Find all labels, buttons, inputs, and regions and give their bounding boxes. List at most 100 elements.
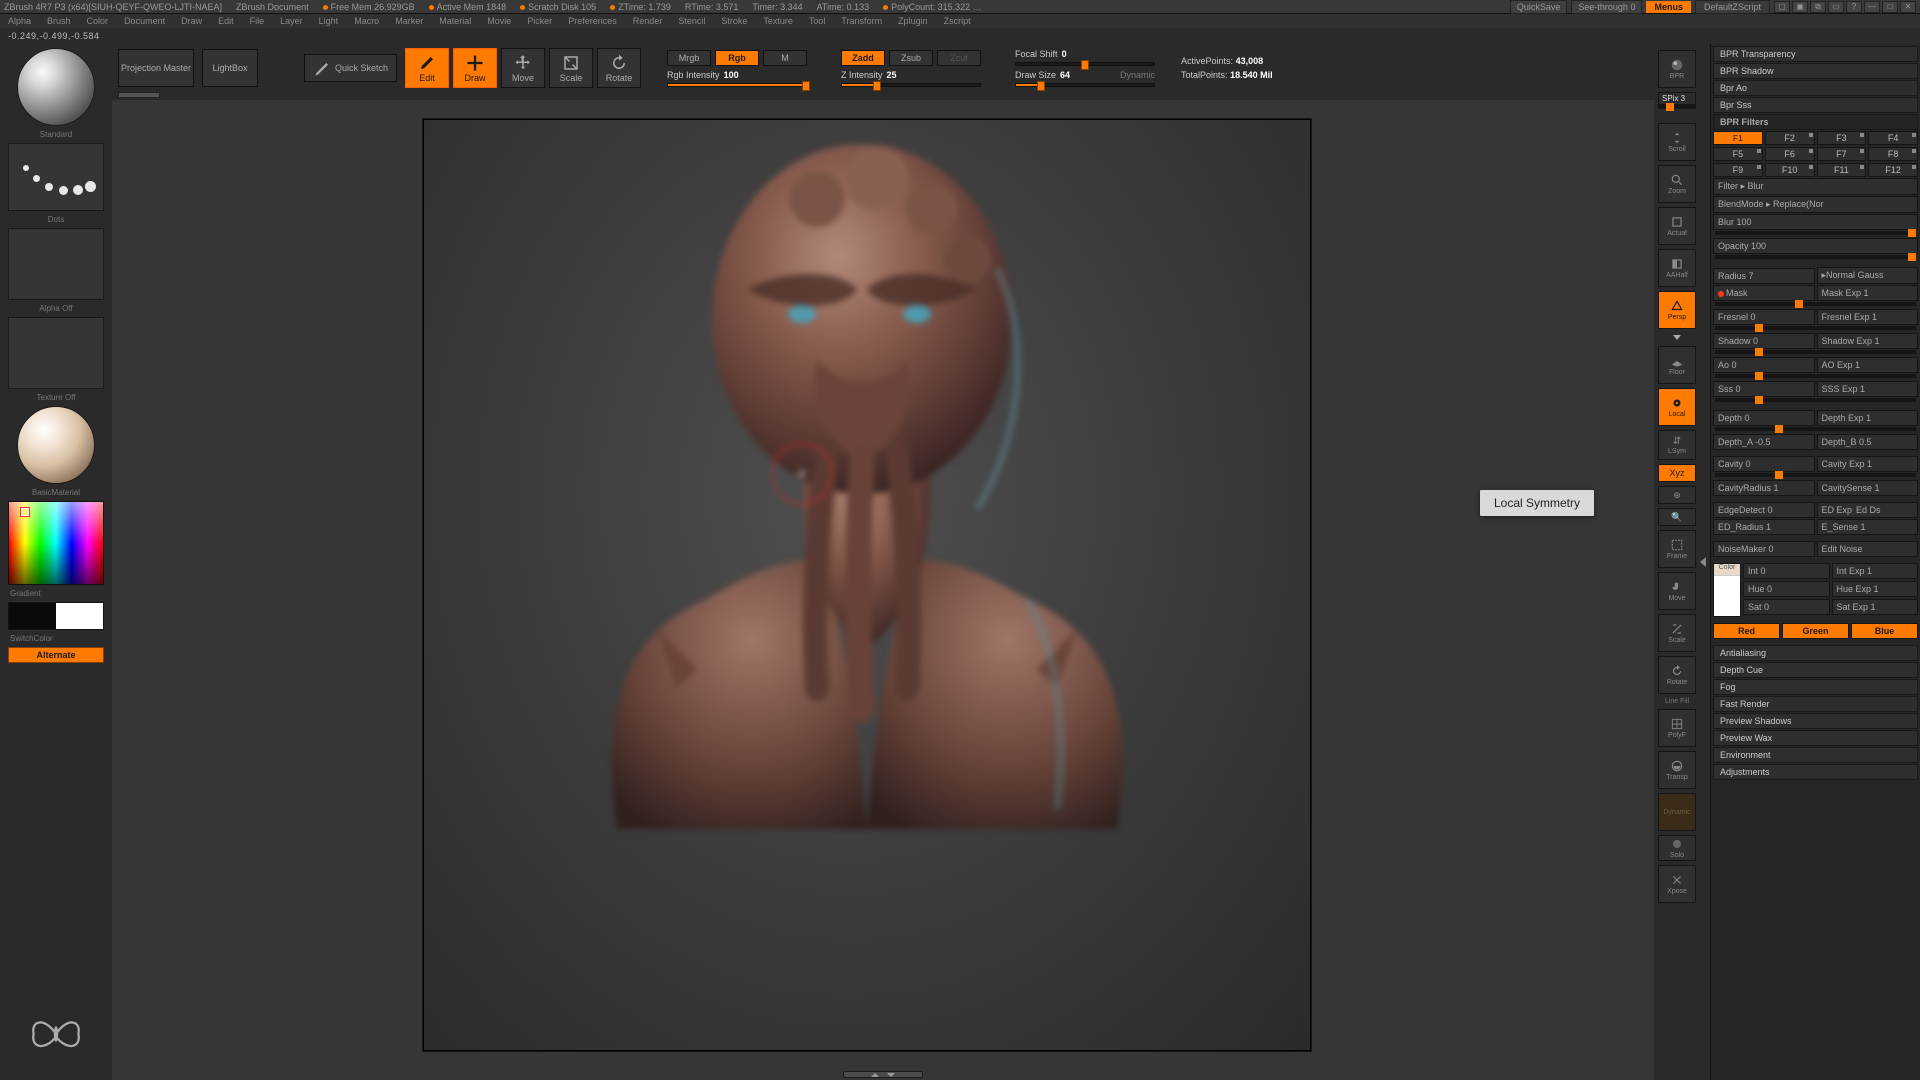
fog-header[interactable]: Fog <box>1713 679 1918 695</box>
filter-f6[interactable]: F6 <box>1765 147 1815 161</box>
frame-button[interactable]: Frame <box>1658 530 1696 568</box>
fresnel-field[interactable]: Fresnel 0 <box>1713 309 1815 325</box>
transp-button[interactable]: Transp <box>1658 751 1696 789</box>
preview-shadows-header[interactable]: Preview Shadows <box>1713 713 1918 729</box>
filter-f3[interactable]: F3 <box>1817 131 1867 145</box>
xpose-button[interactable]: Xpose <box>1658 865 1696 903</box>
normal-field[interactable]: ▸Normal Gauss <box>1817 267 1919 284</box>
sat-exp-field[interactable]: Sat Exp 1 <box>1832 599 1919 615</box>
gradient-label[interactable]: Gradient <box>4 589 108 598</box>
default-zscript[interactable]: DefaultZScript <box>1695 0 1770 14</box>
zadd-button[interactable]: Zadd <box>841 50 885 66</box>
menu-zscript[interactable]: Zscript <box>944 16 971 26</box>
fit-button[interactable]: 🔍 <box>1658 508 1696 526</box>
window-control-icon[interactable]: ▢ <box>1774 1 1790 13</box>
blur-slider[interactable]: Blur 100 <box>1713 214 1918 230</box>
menu-stroke[interactable]: Stroke <box>721 16 747 26</box>
window-control-icon[interactable]: ⧉ <box>1810 1 1826 13</box>
lsym-button[interactable]: ⇵LSym <box>1658 430 1696 460</box>
menu-tool[interactable]: Tool <box>809 16 826 26</box>
ed-radius-field[interactable]: ED_Radius 1 <box>1713 519 1815 535</box>
menu-marker[interactable]: Marker <box>395 16 423 26</box>
dynamic-button[interactable]: Dynamic <box>1658 793 1696 831</box>
sss-exp-field[interactable]: SSS Exp 1 <box>1817 381 1919 397</box>
filter-f8[interactable]: F8 <box>1868 147 1918 161</box>
bpr-ao-header[interactable]: Bpr Ao <box>1713 80 1918 96</box>
aahalf-button[interactable]: AAHalf <box>1658 249 1696 287</box>
environment-header[interactable]: Environment <box>1713 747 1918 763</box>
move-mode-button[interactable]: Move <box>501 48 545 88</box>
menu-stencil[interactable]: Stencil <box>678 16 705 26</box>
rotate-mode-button[interactable]: Rotate <box>597 48 641 88</box>
int-field[interactable]: Int 0 <box>1743 563 1830 579</box>
menu-zplugin[interactable]: Zplugin <box>898 16 928 26</box>
close-icon[interactable]: ✕ <box>1900 1 1916 13</box>
menu-picker[interactable]: Picker <box>527 16 552 26</box>
filter-f1[interactable]: F1 <box>1713 131 1763 145</box>
depth-a-field[interactable]: Depth_A -0.5 <box>1713 434 1815 450</box>
ao-field[interactable]: Ao 0 <box>1713 357 1815 373</box>
switchcolor-button[interactable]: SwitchColor <box>4 634 108 643</box>
bpr-filters-header[interactable]: BPR Filters <box>1713 114 1918 130</box>
zsub-button[interactable]: Zsub <box>889 50 933 66</box>
antialiasing-header[interactable]: Antialiasing <box>1713 645 1918 661</box>
alpha-thumbnail[interactable] <box>8 228 104 300</box>
edge-detect-field[interactable]: EdgeDetect 0 <box>1713 502 1815 518</box>
hue-field[interactable]: Hue 0 <box>1743 581 1830 597</box>
polyf-button[interactable]: PolyF <box>1658 709 1696 747</box>
menu-layer[interactable]: Layer <box>280 16 303 26</box>
material-thumbnail[interactable] <box>17 406 95 484</box>
filter-f9[interactable]: F9 <box>1713 163 1763 177</box>
menu-texture[interactable]: Texture <box>763 16 793 26</box>
mrgb-button[interactable]: Mrgb <box>667 50 711 66</box>
document-viewport[interactable] <box>422 118 1312 1052</box>
mask-exp-field[interactable]: Mask Exp 1 <box>1817 285 1919 301</box>
bpr-shadow-header[interactable]: BPR Shadow <box>1713 63 1918 79</box>
zoom-button[interactable]: Zoom <box>1658 165 1696 203</box>
depth-exp-field[interactable]: Depth Exp 1 <box>1817 410 1919 426</box>
filter-type[interactable]: Filter ▸ Blur <box>1713 178 1918 195</box>
color-swatches[interactable] <box>8 602 104 630</box>
alternate-button[interactable]: Alternate <box>8 647 104 663</box>
red-toggle[interactable]: Red <box>1713 623 1780 639</box>
bpr-render-button[interactable]: BPR <box>1658 50 1696 88</box>
window-control-icon[interactable]: ▣ <box>1792 1 1808 13</box>
cavity-exp-field[interactable]: Cavity Exp 1 <box>1817 456 1919 472</box>
preview-wax-header[interactable]: Preview Wax <box>1713 730 1918 746</box>
side-move-button[interactable]: Move <box>1658 572 1696 610</box>
shelf-handle[interactable] <box>118 92 160 98</box>
menu-movie[interactable]: Movie <box>487 16 511 26</box>
spix-slider[interactable]: SPix 3 <box>1658 92 1696 109</box>
stroke-thumbnail[interactable] <box>8 143 104 211</box>
blue-toggle[interactable]: Blue <box>1851 623 1918 639</box>
filter-f4[interactable]: F4 <box>1868 131 1918 145</box>
sss-field[interactable]: Sss 0 <box>1713 381 1815 397</box>
noisemaker-field[interactable]: NoiseMaker 0 <box>1713 541 1815 557</box>
help-icon[interactable]: ? <box>1846 1 1862 13</box>
filter-f11[interactable]: F11 <box>1817 163 1867 177</box>
brush-thumbnail[interactable] <box>17 48 95 126</box>
solo-button[interactable]: Solo <box>1658 835 1696 861</box>
rgb-intensity-slider[interactable] <box>667 83 807 87</box>
depth-field[interactable]: Depth 0 <box>1713 410 1815 426</box>
edit-noise-button[interactable]: Edit Noise <box>1817 541 1919 557</box>
opacity-slider[interactable]: Opacity 100 <box>1713 238 1918 254</box>
color-well[interactable]: Color <box>1713 563 1741 617</box>
filter-f2[interactable]: F2 <box>1765 131 1815 145</box>
tray-collapse-icon[interactable] <box>1700 557 1706 567</box>
menu-alpha[interactable]: Alpha <box>8 16 31 26</box>
focal-shift-slider[interactable] <box>1015 62 1155 66</box>
menu-edit[interactable]: Edit <box>218 16 234 26</box>
filter-f5[interactable]: F5 <box>1713 147 1763 161</box>
local-button[interactable]: Local <box>1658 388 1696 426</box>
zcut-button[interactable]: Zcut <box>937 50 981 66</box>
edit-mode-button[interactable]: Edit <box>405 48 449 88</box>
rgb-button[interactable]: Rgb <box>715 50 759 66</box>
z-intensity-slider[interactable] <box>841 83 981 87</box>
shadow-field[interactable]: Shadow 0 <box>1713 333 1815 349</box>
menu-document[interactable]: Document <box>124 16 165 26</box>
texture-thumbnail[interactable] <box>8 317 104 389</box>
maximize-icon[interactable]: □ <box>1882 1 1898 13</box>
depth-cue-header[interactable]: Depth Cue <box>1713 662 1918 678</box>
menu-preferences[interactable]: Preferences <box>568 16 617 26</box>
